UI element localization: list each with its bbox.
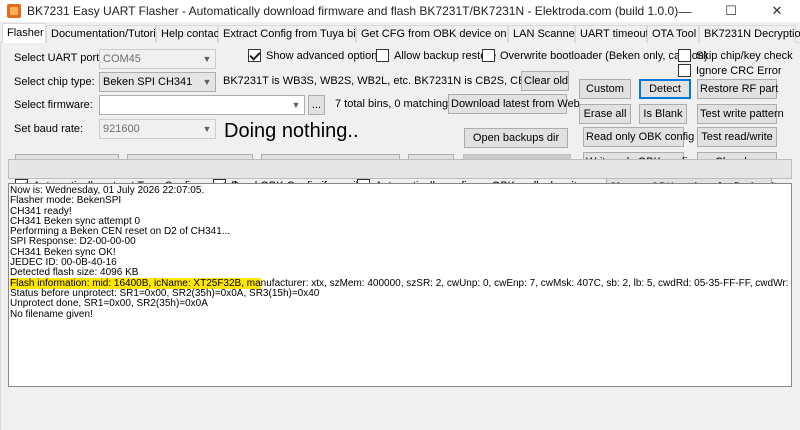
chevron-down-icon: ▼ <box>202 54 212 64</box>
log-line: Flasher mode: BekenSPI <box>10 195 122 207</box>
erase-all-button[interactable]: Erase all <box>579 104 631 124</box>
progress-bar <box>8 159 792 179</box>
baud-rate-select[interactable]: 921600 ▼ <box>99 119 216 139</box>
uart-port-label: Select UART port: <box>14 52 103 64</box>
checkbox-icon <box>678 64 691 77</box>
overwrite-bootloader-checkbox[interactable]: Overwrite bootloader (Beken only, cautio… <box>482 49 708 62</box>
log-line: No filename given! <box>10 308 93 320</box>
chip-type-select[interactable]: Beken SPI CH341 ▼ <box>99 72 216 92</box>
open-backups-dir-button[interactable]: Open backups dir <box>464 128 568 148</box>
allow-backup-restore-checkbox[interactable]: Allow backup restore <box>376 49 496 62</box>
checkbox-icon <box>482 49 495 62</box>
allow-backup-restore-label: Allow backup restore <box>394 49 497 62</box>
clear-old-button[interactable]: Clear old <box>521 71 569 91</box>
read-only-obk-config-button[interactable]: Read only OBK config <box>583 127 694 147</box>
browse-button[interactable]: ... <box>308 95 325 115</box>
log-line: Now is: Wednesday, 01 July 2026 22:07:05… <box>10 185 205 196</box>
tab-lan-scanner[interactable]: LAN Scanner <box>508 25 578 43</box>
checkbox-icon <box>678 49 691 62</box>
minimize-button[interactable]: — <box>662 0 708 22</box>
ignore-crc-checkbox[interactable]: Ignore CRC Error <box>678 64 782 77</box>
tab-bk7231n-decryption[interactable]: BK7231N Decryption <box>699 25 800 43</box>
chevron-down-icon: ▼ <box>291 100 301 110</box>
baud-rate-value: 921600 <box>103 123 140 135</box>
ignore-crc-label: Ignore CRC Error <box>696 64 782 77</box>
show-advanced-checkbox[interactable]: Show advanced options <box>248 49 383 62</box>
show-advanced-label: Show advanced options <box>266 49 383 62</box>
skip-chip-check-checkbox[interactable]: Skip chip/key check <box>678 49 793 62</box>
tab-documentation[interactable]: Documentation/Tutorials <box>46 25 170 43</box>
maximize-button[interactable]: ☐ <box>708 0 754 22</box>
chevron-down-icon: ▼ <box>202 77 212 87</box>
chevron-down-icon: ▼ <box>202 124 212 134</box>
baud-rate-label: Set baud rate: <box>14 123 84 135</box>
log-highlight-rest: nufacturer: xtx, szMem: 400000, szSR: 2,… <box>260 277 792 289</box>
tab-uart-timeouts[interactable]: UART timeouts <box>575 25 654 43</box>
status-text: Doing nothing.. <box>224 120 359 142</box>
app-icon <box>7 4 21 18</box>
title-bar: BK7231 Easy UART Flasher - Automatically… <box>0 0 800 22</box>
restore-rf-button[interactable]: Restore RF part <box>697 79 778 99</box>
download-latest-button[interactable]: Download latest from Web <box>448 94 580 114</box>
chip-type-label: Select chip type: <box>14 76 95 88</box>
log-output[interactable]: Now is: Wednesday, 01 July 2026 22:07:05… <box>8 183 792 387</box>
checkbox-icon <box>376 49 389 62</box>
uart-port-value: COM45 <box>103 53 141 65</box>
tab-strip: Flasher Documentation/Tutorials Help con… <box>0 22 800 44</box>
log-line: Unprotect done, SR1=0x00, SR2(35h)=0x0A <box>10 298 208 310</box>
tab-extract-config[interactable]: Extract Config from Tuya binary <box>218 25 377 43</box>
firmware-label: Select firmware: <box>14 99 93 111</box>
uart-port-select[interactable]: COM45 ▼ <box>99 49 216 69</box>
test-write-pattern-button[interactable]: Test write pattern <box>697 104 784 124</box>
is-blank-button[interactable]: Is Blank <box>639 104 687 124</box>
log-line: CH341 Beken sync OK! <box>10 246 116 258</box>
close-button[interactable]: ✕ <box>754 0 800 22</box>
skip-chip-check-label: Skip chip/key check <box>696 49 793 62</box>
firmware-select[interactable]: ▼ <box>99 95 305 115</box>
custom-button[interactable]: Custom <box>579 79 631 99</box>
tab-get-cfg[interactable]: Get CFG from OBK device on LAN <box>356 25 531 43</box>
test-read-write-button[interactable]: Test read/write <box>697 127 777 147</box>
overwrite-bootloader-label: Overwrite bootloader (Beken only, cautio… <box>500 49 708 62</box>
detect-button[interactable]: Detect <box>639 79 691 99</box>
tab-ota-tool[interactable]: OTA Tool <box>647 25 699 43</box>
tab-flasher[interactable]: Flasher <box>2 23 46 44</box>
log-line: SPI Response: D2-00-00-00 <box>10 236 136 248</box>
bins-info-text: 7 total bins, 0 matching. <box>335 98 452 110</box>
chip-info-text: BK7231T is WB3S, WB2S, WB2L, etc. BK7231… <box>223 75 560 87</box>
window-title: BK7231 Easy UART Flasher - Automatically… <box>27 4 679 18</box>
checkbox-icon <box>248 49 261 62</box>
chip-type-value: Beken SPI CH341 <box>103 76 193 88</box>
tab-help-contact[interactable]: Help contact <box>156 25 222 43</box>
